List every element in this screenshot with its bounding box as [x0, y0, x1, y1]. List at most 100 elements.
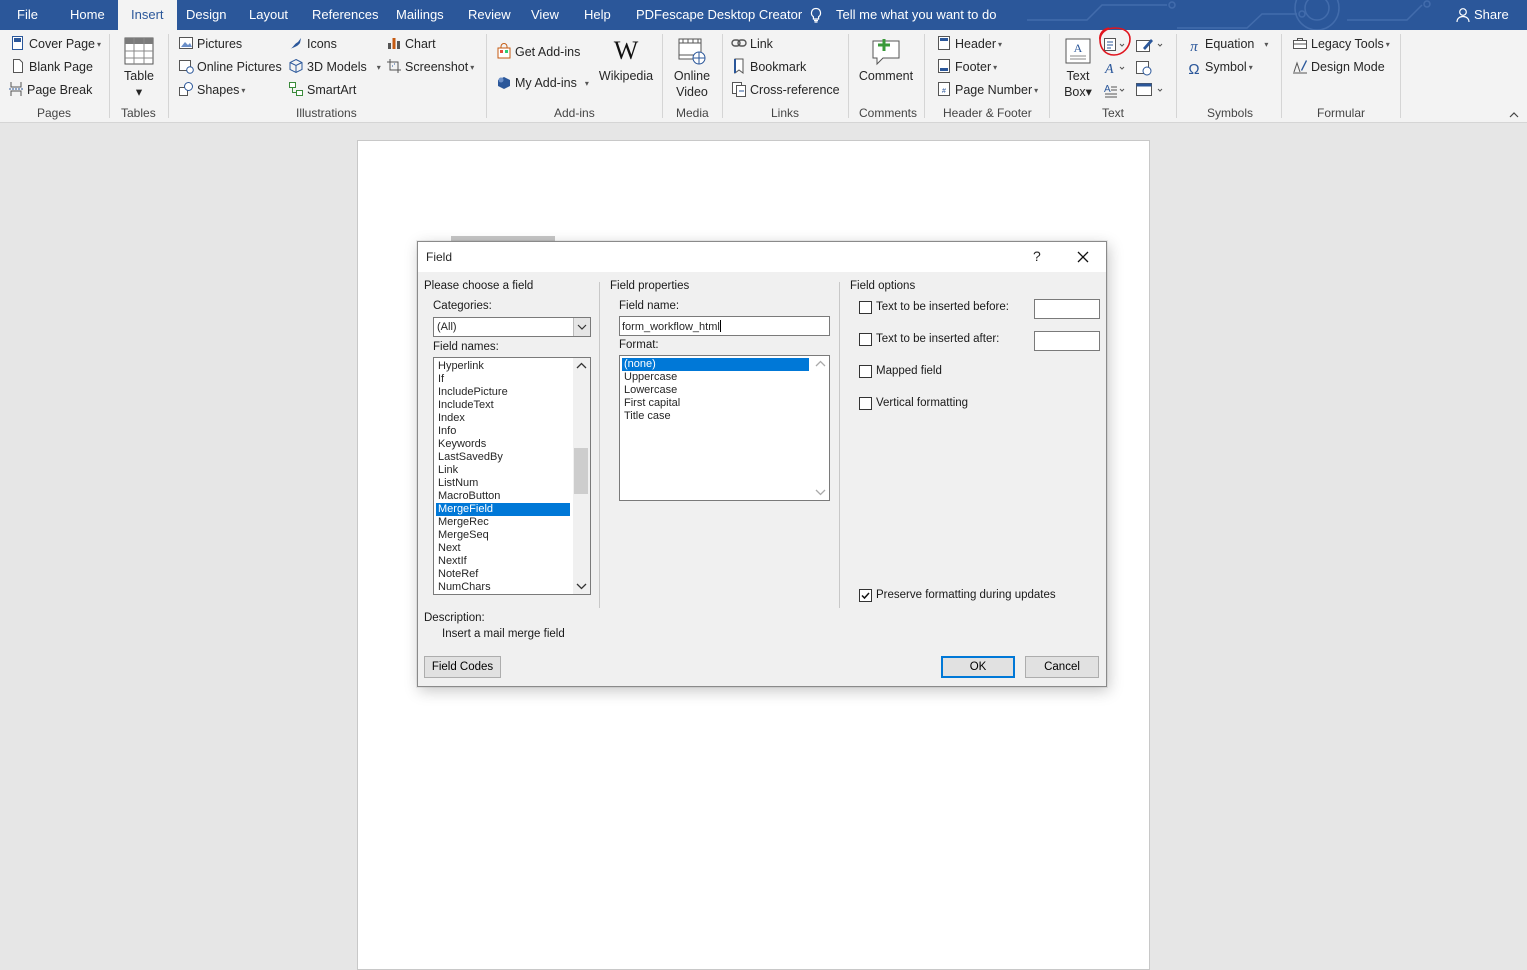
format-scrollbar[interactable] — [812, 356, 829, 500]
close-icon[interactable] — [1071, 248, 1095, 266]
tab-mailings[interactable]: Mailings — [383, 0, 457, 30]
dropdown-arrow-icon[interactable] — [573, 318, 590, 336]
field-name-item[interactable]: Keywords — [436, 438, 570, 451]
field-name-item[interactable]: MergeField — [436, 503, 570, 516]
text-box-button[interactable]: A Text Box▾ — [1058, 36, 1098, 100]
field-name-item[interactable]: NoteRef — [436, 568, 570, 581]
3d-models-button[interactable]: 3D Models ▾ — [288, 57, 381, 77]
field-name-item[interactable]: LastSavedBy — [436, 451, 570, 464]
scrollbar-thumb[interactable] — [574, 448, 588, 494]
field-names-scrollbar[interactable] — [573, 358, 590, 594]
cover-page-button[interactable]: Cover Page ▾ — [10, 34, 101, 54]
online-pictures-button[interactable]: Online Pictures — [178, 57, 282, 77]
date-time-icon[interactable] — [1135, 60, 1157, 76]
scroll-up-icon[interactable] — [812, 356, 829, 373]
cancel-button[interactable]: Cancel — [1025, 656, 1099, 678]
online-video-button[interactable]: Online Video — [669, 36, 715, 100]
equation-button[interactable]: π Equation ▾ — [1186, 34, 1268, 55]
field-name-item[interactable]: MergeRec — [436, 516, 570, 529]
insert-after-input[interactable] — [1034, 331, 1100, 351]
header-button[interactable]: Header ▾ — [936, 34, 1002, 54]
vertical-formatting-label: Vertical formatting — [876, 397, 969, 409]
tab-design[interactable]: Design — [173, 0, 239, 30]
tab-references[interactable]: References — [299, 0, 391, 30]
signature-line-icon[interactable] — [1135, 37, 1165, 53]
page-number-button[interactable]: # Page Number ▾ — [936, 80, 1038, 100]
tab-home[interactable]: Home — [57, 0, 118, 30]
help-button[interactable]: ? — [1033, 248, 1041, 264]
collapse-ribbon-icon[interactable] — [1508, 110, 1520, 120]
share-button[interactable]: Share — [1455, 0, 1509, 30]
categories-dropdown[interactable]: (All) — [433, 317, 591, 337]
field-name-input[interactable]: form_workflow_html — [619, 316, 830, 336]
insert-before-checkbox[interactable] — [859, 301, 872, 314]
field-name-item[interactable]: Next — [436, 542, 570, 555]
format-list[interactable]: (none) Uppercase Lowercase First capital Tit… — [619, 355, 830, 501]
wordart-icon[interactable]: A — [1103, 60, 1125, 76]
preserve-formatting-checkbox[interactable] — [859, 589, 872, 602]
field-names-list[interactable]: Hyperlink If IncludePicture IncludeText Inde… — [433, 357, 591, 595]
field-name-item[interactable]: MergeSeq — [436, 529, 570, 542]
svg-text:A: A — [1104, 84, 1111, 95]
screenshot-icon — [387, 59, 401, 73]
format-item[interactable]: Lowercase — [622, 384, 809, 397]
blank-page-button[interactable]: Blank Page — [10, 57, 93, 77]
tab-review[interactable]: Review — [455, 0, 524, 30]
insert-before-input[interactable] — [1034, 299, 1100, 319]
field-name-item[interactable]: Index — [436, 412, 570, 425]
scroll-down-icon[interactable] — [573, 577, 590, 594]
vertical-formatting-checkbox[interactable] — [859, 397, 872, 410]
format-item[interactable]: Uppercase — [622, 371, 809, 384]
page-break-button[interactable]: Page Break — [8, 80, 92, 100]
get-addins-button[interactable]: Get Add-ins — [496, 42, 580, 62]
field-name-item[interactable]: Hyperlink — [436, 360, 570, 373]
field-codes-button[interactable]: Field Codes — [424, 656, 501, 678]
format-item[interactable]: Title case — [622, 410, 809, 423]
footer-button[interactable]: Footer ▾ — [936, 57, 997, 77]
dialog-title-bar: Field ? — [418, 242, 1106, 272]
smartart-icon — [289, 82, 303, 96]
tab-view[interactable]: View — [518, 0, 572, 30]
legacy-tools-button[interactable]: Legacy Tools ▾ — [1292, 34, 1390, 54]
drop-cap-icon[interactable]: A — [1103, 82, 1125, 98]
scroll-down-icon[interactable] — [812, 483, 829, 500]
tab-help[interactable]: Help — [571, 0, 624, 30]
tab-insert[interactable]: Insert — [118, 0, 177, 30]
field-name-item[interactable]: Link — [436, 464, 570, 477]
field-name-item[interactable]: If — [436, 373, 570, 386]
cross-reference-button[interactable]: Cross-reference — [731, 80, 840, 100]
tab-pdfescape[interactable]: PDFescape Desktop Creator — [623, 0, 815, 30]
pictures-button[interactable]: Pictures — [178, 34, 242, 54]
design-mode-button[interactable]: Design Mode — [1292, 57, 1385, 77]
ok-button[interactable]: OK — [941, 656, 1015, 678]
my-addins-button[interactable]: My Add-ins ▾ — [496, 73, 589, 93]
field-name-item[interactable]: IncludeText — [436, 399, 570, 412]
link-button[interactable]: Link — [731, 34, 773, 54]
field-name-item[interactable]: NextIf — [436, 555, 570, 568]
insert-after-checkbox[interactable] — [859, 333, 872, 346]
tab-file[interactable]: File — [4, 0, 51, 30]
mapped-field-checkbox[interactable] — [859, 365, 872, 378]
field-name-item[interactable]: Info — [436, 425, 570, 438]
comment-button[interactable]: Comment — [855, 36, 917, 84]
chart-button[interactable]: Chart — [386, 34, 436, 54]
shapes-button[interactable]: Shapes ▾ — [178, 80, 245, 100]
scroll-up-icon[interactable] — [573, 358, 590, 375]
icons-button[interactable]: Icons — [288, 34, 337, 54]
field-name-item[interactable]: ListNum — [436, 477, 570, 490]
object-icon[interactable] — [1135, 82, 1165, 98]
wikipedia-button[interactable]: W Wikipedia — [598, 36, 654, 84]
format-item[interactable]: (none) — [622, 358, 809, 371]
symbol-button[interactable]: Ω Symbol ▾ — [1186, 57, 1252, 78]
smartart-button[interactable]: SmartArt — [288, 80, 356, 100]
bookmark-button[interactable]: Bookmark — [731, 57, 806, 77]
format-label: Format: — [619, 339, 659, 351]
tell-me-search[interactable]: Tell me what you want to do — [808, 0, 996, 30]
tab-layout[interactable]: Layout — [236, 0, 301, 30]
field-name-item[interactable]: MacroButton — [436, 490, 570, 503]
field-name-item[interactable]: NumChars — [436, 581, 570, 594]
screenshot-button[interactable]: Screenshot ▾ — [386, 57, 474, 77]
format-item[interactable]: First capital — [622, 397, 809, 410]
field-name-item[interactable]: IncludePicture — [436, 386, 570, 399]
table-button[interactable]: Table ▾ — [118, 36, 160, 100]
